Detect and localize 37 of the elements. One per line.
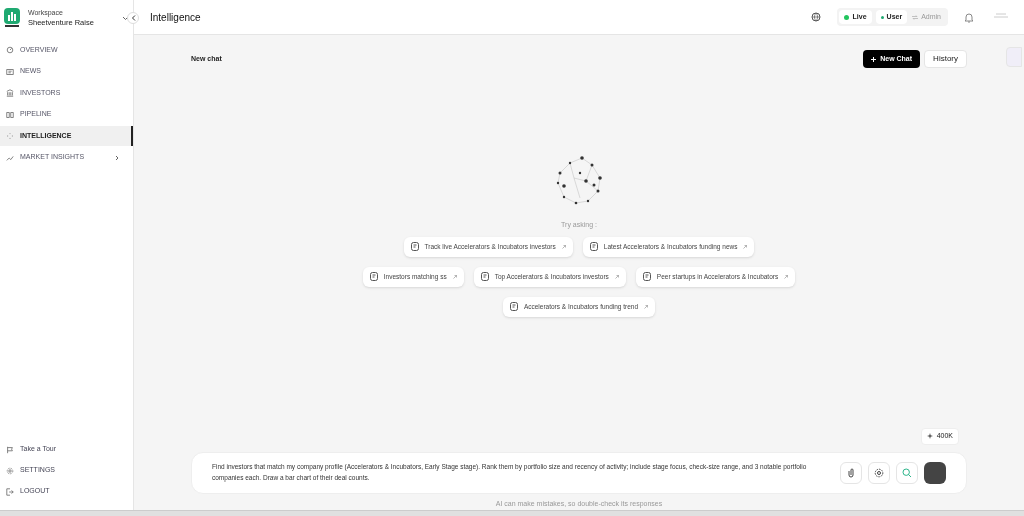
arrow-up-right-icon: [743, 244, 748, 249]
globe-icon[interactable]: [810, 12, 821, 22]
trend-icon: [6, 153, 14, 162]
flag-icon: [6, 445, 14, 454]
bank-icon: [6, 89, 14, 97]
columns-icon: [6, 110, 14, 119]
arrow-up-right-icon: [614, 274, 619, 279]
search-button[interactable]: [896, 461, 918, 484]
dots-icon: [6, 132, 14, 140]
search-icon: [902, 467, 912, 478]
chat-input-box[interactable]: [191, 451, 967, 494]
attach-button[interactable]: [840, 461, 862, 484]
arrow-up-right-icon: [452, 274, 457, 279]
document-icon: [509, 302, 518, 311]
paperclip-icon: [847, 467, 855, 478]
arrow-up-right-icon: [561, 244, 566, 249]
arrow-up-right-icon: [784, 274, 789, 279]
logo-icon: [4, 8, 20, 28]
document-icon: [410, 242, 419, 251]
history-button[interactable]: History: [924, 50, 967, 68]
collapse-sidebar-button[interactable]: [127, 12, 139, 24]
chevron-left-icon: [130, 15, 136, 21]
swap-icon: [912, 14, 919, 20]
arrow-up-right-icon: [644, 304, 649, 309]
document-icon: [589, 242, 598, 251]
gauge-icon: [6, 46, 14, 54]
bell-icon[interactable]: [964, 11, 974, 23]
logout-icon: [6, 487, 14, 496]
plus-icon: [871, 56, 877, 62]
sparkle-icon: [926, 433, 933, 440]
settings-button[interactable]: [868, 461, 890, 484]
page-title: Intelligence: [150, 10, 202, 25]
document-icon: [480, 272, 489, 281]
document-icon: [369, 272, 378, 281]
send-button[interactable]: [924, 461, 946, 484]
newspaper-icon: [6, 67, 14, 76]
document-icon: [642, 272, 651, 281]
